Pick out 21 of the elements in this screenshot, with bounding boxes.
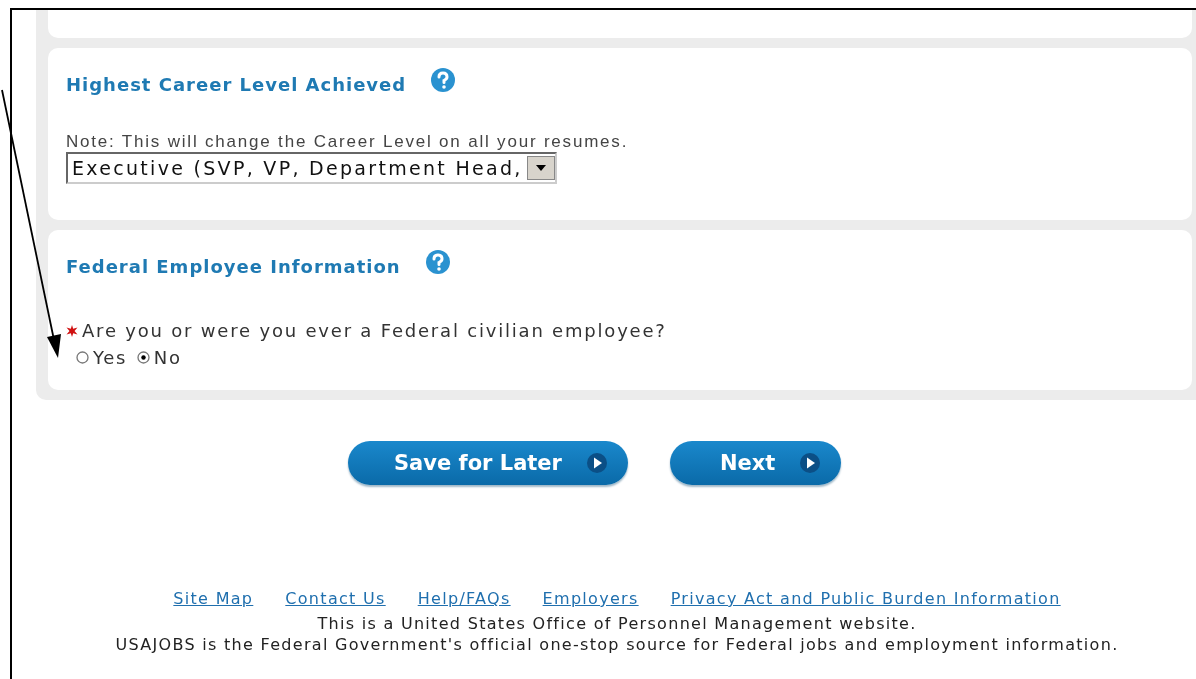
radio-option[interactable]: No bbox=[136, 347, 182, 368]
note-text: Note: This will change the Career Level on all your resumes. bbox=[66, 132, 630, 152]
footer-link[interactable]: Employers bbox=[542, 589, 639, 608]
next-button[interactable]: Next bbox=[669, 441, 842, 485]
section-title: Federal Employee Information bbox=[66, 255, 401, 277]
caret-icon bbox=[535, 165, 546, 171]
help-icon[interactable] bbox=[430, 67, 457, 93]
footer-link[interactable]: Contact Us bbox=[285, 589, 386, 608]
footer-text: USAJOBS is the Federal Government's official one-stop source for Federal jobs and employment information. bbox=[115, 635, 1119, 654]
help-icon[interactable] bbox=[424, 249, 451, 275]
play-icon bbox=[585, 452, 608, 474]
question-text: Are you or were you ever a Federal civilian employee? bbox=[82, 320, 667, 341]
career-level-select[interactable]: Executive (SVP, VP, Department Head, bbox=[66, 152, 557, 184]
play-icon bbox=[799, 452, 822, 474]
footer-link[interactable]: Site Map bbox=[173, 589, 254, 608]
save-button[interactable]: Save for Later bbox=[348, 441, 628, 485]
radio-option[interactable]: Yes bbox=[76, 347, 127, 368]
footer-text: This is a United States Office of Personnel Management website. bbox=[317, 614, 917, 633]
section-title: Highest Career Level Achieved bbox=[66, 73, 407, 95]
footer-link[interactable]: Help/FAQs bbox=[417, 589, 511, 608]
footer-link[interactable]: Privacy Act and Public Burden Information bbox=[670, 589, 1061, 608]
